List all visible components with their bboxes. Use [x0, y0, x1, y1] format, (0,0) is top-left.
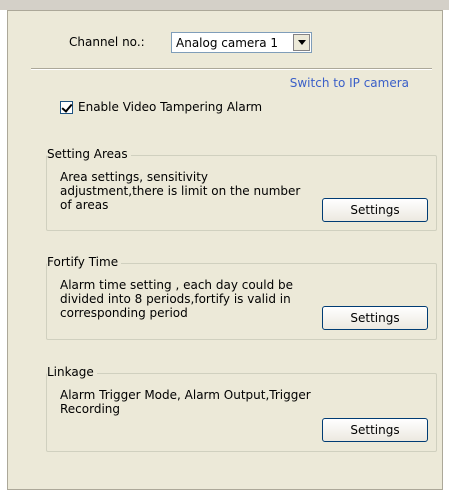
dropdown-arrow-button[interactable]: [293, 34, 310, 51]
setting-areas-settings-button[interactable]: Settings: [322, 198, 428, 222]
tampering-settings-panel: Channel no.: Analog camera 1 Switch to I…: [7, 10, 443, 490]
chevron-down-icon: [298, 40, 306, 45]
enable-alarm-label: Enable Video Tampering Alarm: [78, 100, 263, 114]
setting-areas-group: Setting Areas Area settings, sensitivity…: [46, 147, 437, 231]
switch-to-ip-camera-link[interactable]: Switch to IP camera: [290, 76, 409, 90]
linkage-settings-button[interactable]: Settings: [322, 418, 428, 442]
fortify-time-settings-button[interactable]: Settings: [322, 306, 428, 330]
group-title: Fortify Time: [47, 255, 122, 269]
separator: [31, 68, 432, 70]
group-description: Alarm Trigger Mode, Alarm Output,Trigger…: [60, 388, 311, 416]
group-title: Linkage: [47, 365, 97, 379]
window-top-strip: [0, 0, 449, 10]
channel-select-value: Analog camera 1: [176, 36, 279, 50]
group-title: Setting Areas: [47, 147, 131, 161]
channel-label: Channel no.:: [69, 35, 145, 49]
enable-alarm-checkbox[interactable]: [60, 101, 73, 114]
channel-select[interactable]: Analog camera 1: [171, 32, 312, 53]
checkmark-icon: [61, 101, 73, 113]
group-description: Alarm time setting , each day could be d…: [60, 278, 294, 320]
linkage-group: Linkage Alarm Trigger Mode, Alarm Output…: [46, 365, 437, 452]
fortify-time-group: Fortify Time Alarm time setting , each d…: [46, 255, 437, 340]
group-description: Area settings, sensitivity adjustment,th…: [60, 170, 301, 212]
